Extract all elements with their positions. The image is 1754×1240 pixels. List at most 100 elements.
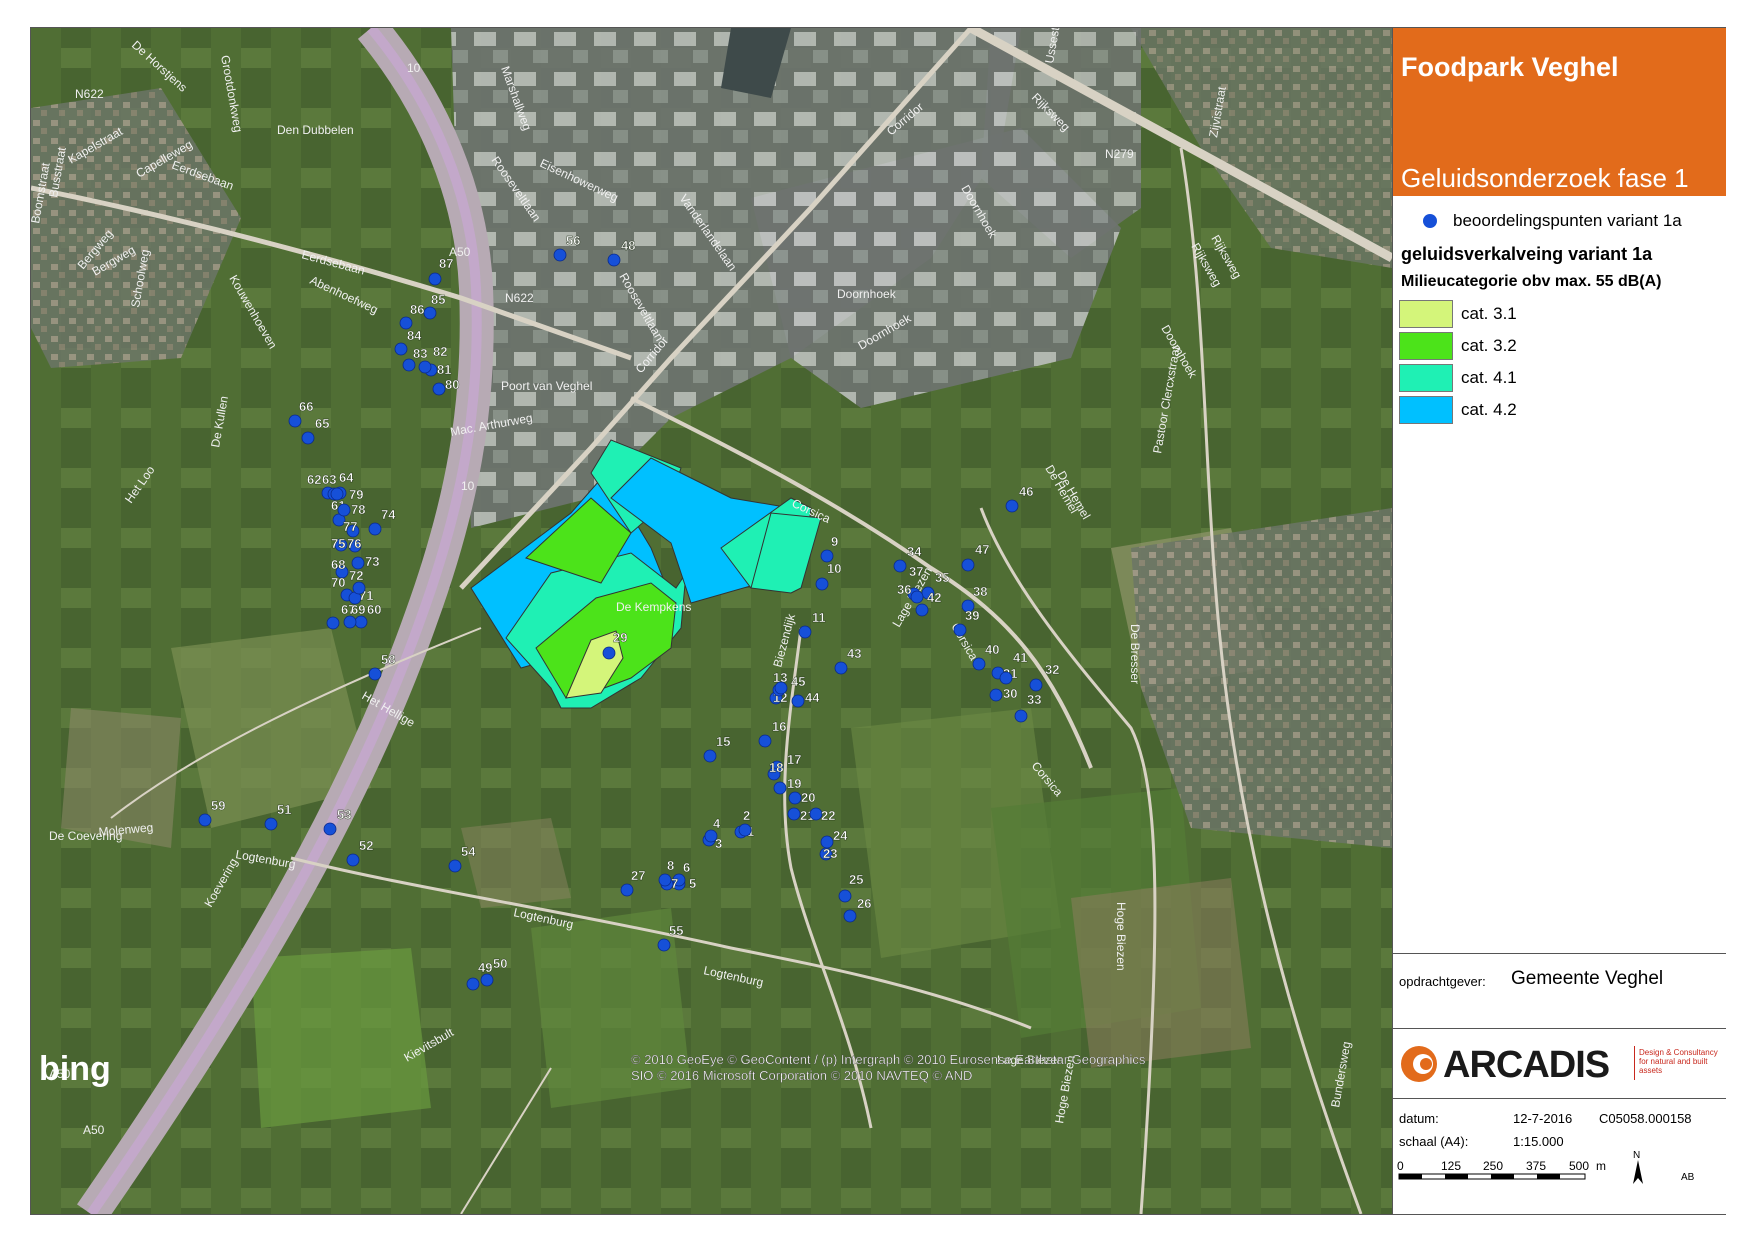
assessment-point-marker[interactable] (834, 661, 848, 675)
assessment-point-marker[interactable] (288, 414, 302, 428)
assessment-point-marker[interactable] (704, 829, 718, 843)
assessment-point-marker[interactable] (399, 316, 413, 330)
assessment-point-marker[interactable] (368, 522, 382, 536)
swatch-cat-4-1 (1399, 364, 1453, 392)
assessment-point-label: 22 (821, 808, 835, 823)
date-label: datum: (1399, 1111, 1439, 1126)
assessment-point-label: 26 (857, 896, 871, 911)
assessment-point-label: 17 (787, 752, 801, 767)
assessment-point-marker[interactable] (337, 503, 351, 517)
assessment-point-marker[interactable] (773, 781, 787, 795)
assessment-point-label: 19 (787, 776, 801, 791)
assessment-point-marker[interactable] (354, 615, 368, 629)
assessment-point-marker[interactable] (330, 487, 344, 501)
assessment-point-marker[interactable] (448, 859, 462, 873)
assessment-point-marker[interactable] (798, 625, 812, 639)
assessment-point-label: 16 (772, 719, 786, 734)
assessment-point-marker[interactable] (893, 559, 907, 573)
assessment-point-label: 24 (833, 828, 848, 843)
assessment-point-marker[interactable] (972, 657, 986, 671)
assessment-point-marker[interactable] (394, 342, 408, 356)
assessment-point-label: 66 (299, 399, 313, 414)
assessment-point-marker[interactable] (999, 671, 1013, 685)
scale-tick-375: 375 (1526, 1159, 1546, 1173)
assessment-point-label: 32 (1045, 662, 1059, 677)
aerial-map[interactable]: De Horstjens Grootdonkweg N622 Eerdsebaan De… (31, 28, 1392, 1214)
legend-panel: Foodpark Veghel Geluidsonderzoek fase 1 … (1392, 28, 1726, 1214)
assessment-point-marker[interactable] (774, 681, 788, 695)
assessment-point-marker[interactable] (428, 272, 442, 286)
map-subtitle: Geluidsonderzoek fase 1 (1401, 163, 1689, 193)
assessment-point-marker[interactable] (910, 590, 924, 604)
assessment-point-marker[interactable] (758, 734, 772, 748)
divider (1393, 1028, 1726, 1029)
assessment-point-marker[interactable] (480, 973, 494, 987)
road-label: N622 (75, 87, 104, 101)
road-label: Poort van Veghel (501, 379, 592, 393)
assessment-point-marker[interactable] (838, 889, 852, 903)
assessment-point-label: 68 (331, 557, 345, 572)
assessment-point-marker[interactable] (1029, 678, 1043, 692)
assessment-point-marker[interactable] (423, 306, 437, 320)
assessment-point-label: 49 (478, 960, 492, 975)
assessment-point-marker[interactable] (791, 694, 805, 708)
assessment-point-marker[interactable] (553, 248, 567, 262)
assessment-point-label: 55 (669, 923, 683, 938)
map-canvas: De Horstjens GrootdonkwegN622EerdsebaanDe… (31, 28, 1392, 1214)
north-label: N (1633, 1150, 1640, 1161)
assessment-point-marker[interactable] (820, 835, 834, 849)
map-title: Foodpark Veghel (1401, 52, 1619, 82)
assessment-point-label: 6 (683, 860, 690, 875)
assessment-point-marker[interactable] (602, 646, 616, 660)
assessment-point-marker[interactable] (264, 817, 278, 831)
assessment-point-label: 9 (831, 534, 838, 549)
legend-points-label: beoordelingspunten variant 1a (1453, 211, 1682, 230)
assessment-point-label: 4 (713, 816, 721, 831)
assessment-point-marker[interactable] (961, 558, 975, 572)
scale-tick-0: 0 (1397, 1159, 1404, 1173)
road-label: A50 (83, 1123, 105, 1137)
assessment-point-label: 64 (339, 470, 354, 485)
assessment-point-label: 43 (847, 646, 861, 661)
assessment-point-marker[interactable] (843, 909, 857, 923)
assessment-point-marker[interactable] (815, 577, 829, 591)
assessment-point-marker[interactable] (788, 791, 802, 805)
assessment-point-marker[interactable] (658, 873, 672, 887)
assessment-point-marker[interactable] (657, 938, 671, 952)
author-initials: AB (1681, 1172, 1695, 1183)
assessment-point-marker[interactable] (326, 616, 340, 630)
assessment-point-marker[interactable] (418, 360, 432, 374)
assessment-point-marker[interactable] (346, 853, 360, 867)
assessment-point-marker[interactable] (1014, 709, 1028, 723)
assessment-point-label: 76 (347, 536, 361, 551)
road-label: N622 (505, 291, 534, 305)
assessment-point-marker[interactable] (989, 688, 1003, 702)
assessment-point-marker[interactable] (703, 749, 717, 763)
assessment-point-marker[interactable] (787, 807, 801, 821)
assessment-point-marker[interactable] (343, 615, 357, 629)
assessment-point-marker[interactable] (915, 603, 929, 617)
assessment-point-marker[interactable] (432, 382, 446, 396)
assessment-point-label: 44 (805, 690, 820, 705)
assessment-point-marker[interactable] (301, 431, 315, 445)
assessment-point-label: 82 (433, 344, 447, 359)
divider (1393, 1098, 1726, 1099)
assessment-point-marker[interactable] (198, 813, 212, 827)
assessment-point-marker[interactable] (607, 253, 621, 267)
assessment-point-label: 77 (343, 519, 357, 534)
assessment-point-marker[interactable] (323, 822, 337, 836)
assessment-point-marker[interactable] (351, 556, 365, 570)
assessment-point-marker[interactable] (1005, 499, 1019, 513)
legend-cat-3-2: cat. 3.2 (1461, 336, 1517, 355)
assessment-point-marker[interactable] (466, 977, 480, 991)
assessment-point-marker[interactable] (368, 667, 382, 681)
arcadis-logo: ARCADIS Design & Consultancy for natural… (1399, 1040, 1724, 1090)
assessment-point-label: 62 (307, 472, 321, 487)
road-label: De Kempkens (616, 600, 691, 614)
assessment-point-marker[interactable] (620, 883, 634, 897)
assessment-point-marker[interactable] (953, 623, 967, 637)
assessment-point-marker[interactable] (738, 823, 752, 837)
assessment-point-marker[interactable] (352, 581, 366, 595)
copyright-line-1: © 2010 GeoEye © GeoContent / (p) Intergr… (631, 1052, 1146, 1067)
assessment-point-label: 86 (410, 302, 424, 317)
